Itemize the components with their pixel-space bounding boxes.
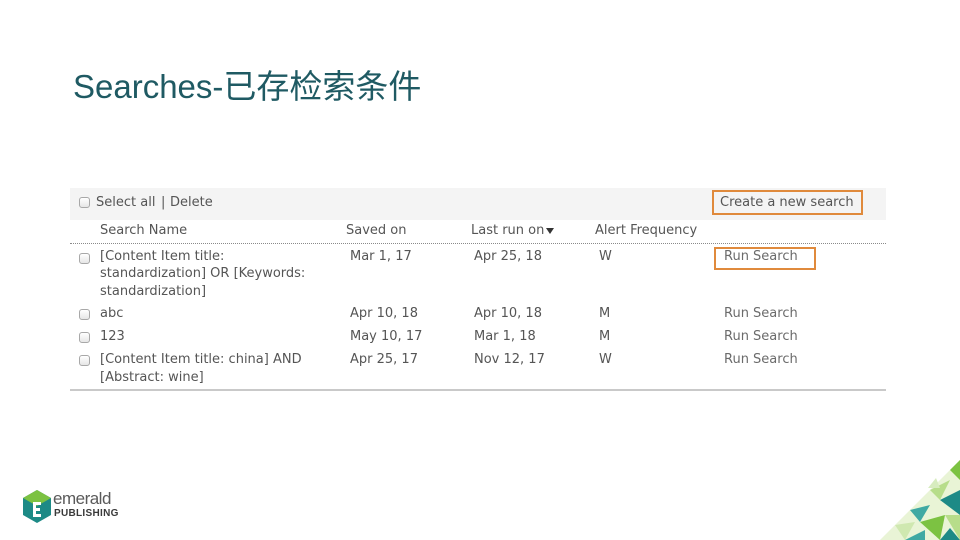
search-name-line: [Content Item title:	[100, 249, 225, 264]
toolbar-separator: |	[161, 195, 166, 210]
last-run-on-cell: Mar 1, 18	[474, 329, 536, 344]
select-all-link[interactable]: Select all	[96, 194, 155, 211]
saved-on-cell: May 10, 17	[350, 329, 423, 344]
alert-frequency-cell: W	[599, 352, 612, 367]
saved-on-cell: Mar 1, 17	[350, 249, 412, 264]
table-body: [Content Item title: standardization] OR…	[70, 244, 886, 389]
saved-on-cell: Apr 25, 17	[350, 352, 418, 367]
saved-searches-panel: Select all | Delete Create a new search …	[70, 188, 886, 391]
logo-wordmark: emerald	[53, 489, 111, 508]
search-name-line: [Abstract: wine]	[100, 370, 204, 385]
run-search-link[interactable]: Run Search	[724, 328, 798, 345]
create-new-search-link[interactable]: Create a new search	[720, 194, 854, 211]
search-name-line: standardization] OR [Keywords:	[100, 266, 306, 281]
alert-frequency-cell: W	[599, 249, 612, 264]
slide-title: Searches-已存检索条件	[73, 68, 422, 105]
logo-subtitle: PUBLISHING	[54, 508, 119, 519]
alert-frequency-cell: M	[599, 329, 611, 344]
row-checkbox[interactable]	[79, 309, 90, 320]
column-header-alert-frequency[interactable]: Alert Frequency	[595, 222, 697, 239]
column-header-search-name[interactable]: Search Name	[100, 222, 187, 239]
run-search-link[interactable]: Run Search	[724, 351, 798, 368]
search-name-line: standardization]	[100, 284, 207, 299]
emerald-publishing-logo: emerald PUBLISHING	[22, 488, 132, 528]
emerald-logo-icon	[23, 490, 51, 523]
column-header-last-run-on-label: Last run on	[471, 223, 545, 238]
row-checkbox[interactable]	[79, 355, 90, 366]
sort-descending-icon	[546, 227, 555, 234]
search-name-line: abc	[100, 306, 124, 321]
column-header-last-run-on[interactable]: Last run on	[471, 222, 555, 239]
row-checkbox[interactable]	[79, 332, 90, 343]
alert-frequency-cell: M	[599, 306, 611, 321]
run-search-link[interactable]: Run Search	[724, 248, 798, 265]
table-header: Search Name Saved on Last run on Alert F…	[70, 220, 886, 244]
last-run-on-cell: Nov 12, 17	[474, 352, 545, 367]
decorative-triangles	[880, 460, 960, 540]
select-all-checkbox[interactable]	[79, 197, 90, 208]
column-header-saved-on[interactable]: Saved on	[346, 222, 407, 239]
searches-toolbar: Select all | Delete Create a new search	[70, 188, 886, 217]
row-checkbox[interactable]	[79, 253, 90, 264]
last-run-on-cell: Apr 10, 18	[474, 306, 542, 321]
search-name-line: [Content Item title: china] AND	[100, 352, 302, 367]
run-search-link[interactable]: Run Search	[724, 305, 798, 322]
saved-on-cell: Apr 10, 18	[350, 306, 418, 321]
delete-link[interactable]: Delete	[170, 194, 213, 211]
search-name-line: 123	[100, 329, 125, 344]
last-run-on-cell: Apr 25, 18	[474, 249, 542, 264]
